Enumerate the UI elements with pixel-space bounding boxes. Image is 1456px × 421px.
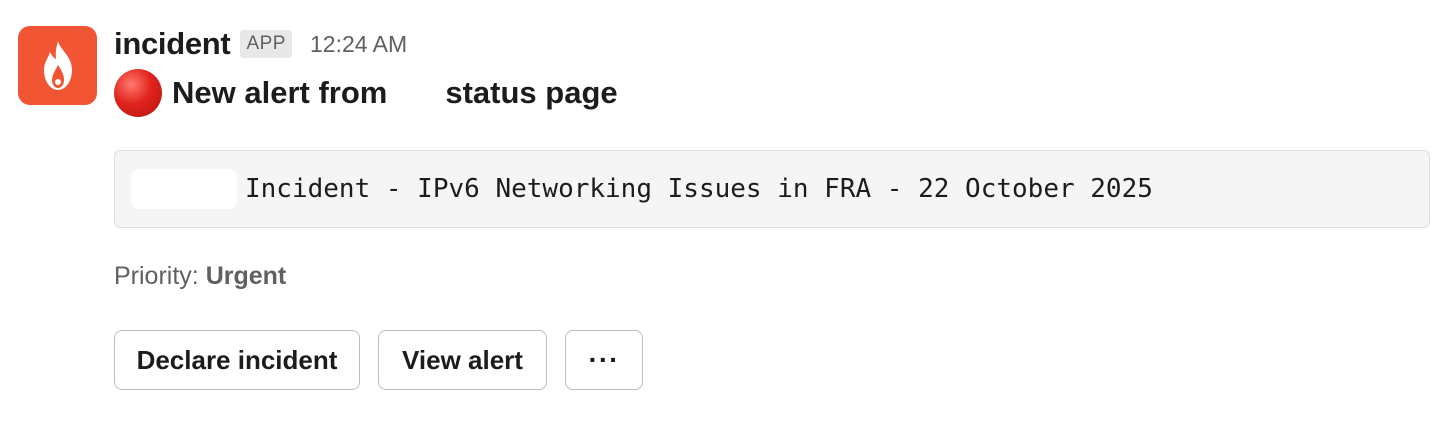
message-header: incident APP 12:24 AM <box>114 22 407 66</box>
redacted-region <box>131 169 237 209</box>
alert-title-block: Incident - IPv6 Networking Issues in FRA… <box>114 150 1430 228</box>
action-buttons: Declare incident View alert ··· <box>114 330 643 390</box>
priority-value: Urgent <box>205 262 287 290</box>
declare-incident-button[interactable]: Declare incident <box>114 330 360 390</box>
app-badge: APP <box>240 30 292 58</box>
alert-headline: New alert from status page <box>114 68 618 118</box>
sender-name[interactable]: incident <box>114 26 231 62</box>
flame-icon <box>43 40 72 90</box>
headline-text-before: New alert from <box>172 75 388 110</box>
more-actions-button[interactable]: ··· <box>565 330 643 390</box>
message-timestamp[interactable]: 12:24 AM <box>310 31 407 58</box>
app-avatar[interactable] <box>18 26 97 105</box>
view-alert-button[interactable]: View alert <box>378 330 547 390</box>
slack-message: incident APP 12:24 AM New alert from sta… <box>0 0 1456 421</box>
alert-title: Incident - IPv6 Networking Issues in FRA… <box>245 174 1153 204</box>
headline-text-after: status page <box>445 75 618 110</box>
priority-label: Priority: <box>114 262 199 290</box>
red-circle-icon <box>114 69 162 117</box>
priority-line: Priority: Urgent <box>114 262 286 291</box>
